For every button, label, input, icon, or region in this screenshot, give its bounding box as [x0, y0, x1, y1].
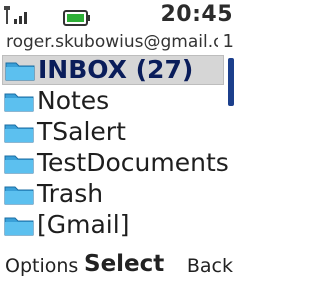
folder-item-trash[interactable]: Trash	[2, 179, 224, 209]
folder-label: Notes	[37, 86, 110, 115]
back-softkey[interactable]: Back	[187, 255, 233, 277]
folder-item-testdocuments[interactable]: TestDocuments	[2, 148, 229, 178]
folder-icon	[4, 217, 34, 236]
options-softkey[interactable]: Options	[5, 255, 78, 277]
folder-icon	[5, 62, 35, 81]
folder-label: TestDocuments	[37, 148, 229, 177]
select-softkey[interactable]: Select	[84, 251, 164, 277]
folder-label: TSalert	[37, 117, 126, 146]
folder-icon	[4, 93, 34, 112]
battery-icon	[63, 10, 90, 26]
folder-item-notes[interactable]: Notes	[2, 86, 224, 116]
folder-item-gmail[interactable]: [Gmail]	[2, 210, 224, 240]
folder-icon	[4, 124, 34, 143]
folder-label: INBOX (27)	[38, 55, 194, 84]
account-header: roger.skubowius@gmail.c... 1	[0, 31, 240, 55]
clock-time: 20:45	[160, 2, 233, 27]
folder-list: INBOX (27) Notes TSalert TestDocuments T…	[2, 55, 229, 240]
scrollbar-thumb[interactable]	[228, 58, 234, 106]
folder-icon	[4, 186, 34, 205]
folder-icon	[4, 155, 34, 174]
account-count: 1	[222, 31, 234, 52]
status-bar: 20:45	[0, 0, 240, 32]
account-email: roger.skubowius@gmail.c...	[6, 32, 218, 52]
softkey-bar: Options Select Back	[0, 249, 240, 285]
folder-label: Trash	[37, 179, 104, 208]
signal-bars-icon	[4, 6, 27, 24]
folder-item-inbox[interactable]: INBOX (27)	[2, 55, 224, 85]
email-app-screen: 20:45 roger.skubowius@gmail.c... 1 INBOX…	[0, 0, 240, 285]
folder-label: [Gmail]	[37, 210, 130, 239]
folder-item-tsalert[interactable]: TSalert	[2, 117, 224, 147]
